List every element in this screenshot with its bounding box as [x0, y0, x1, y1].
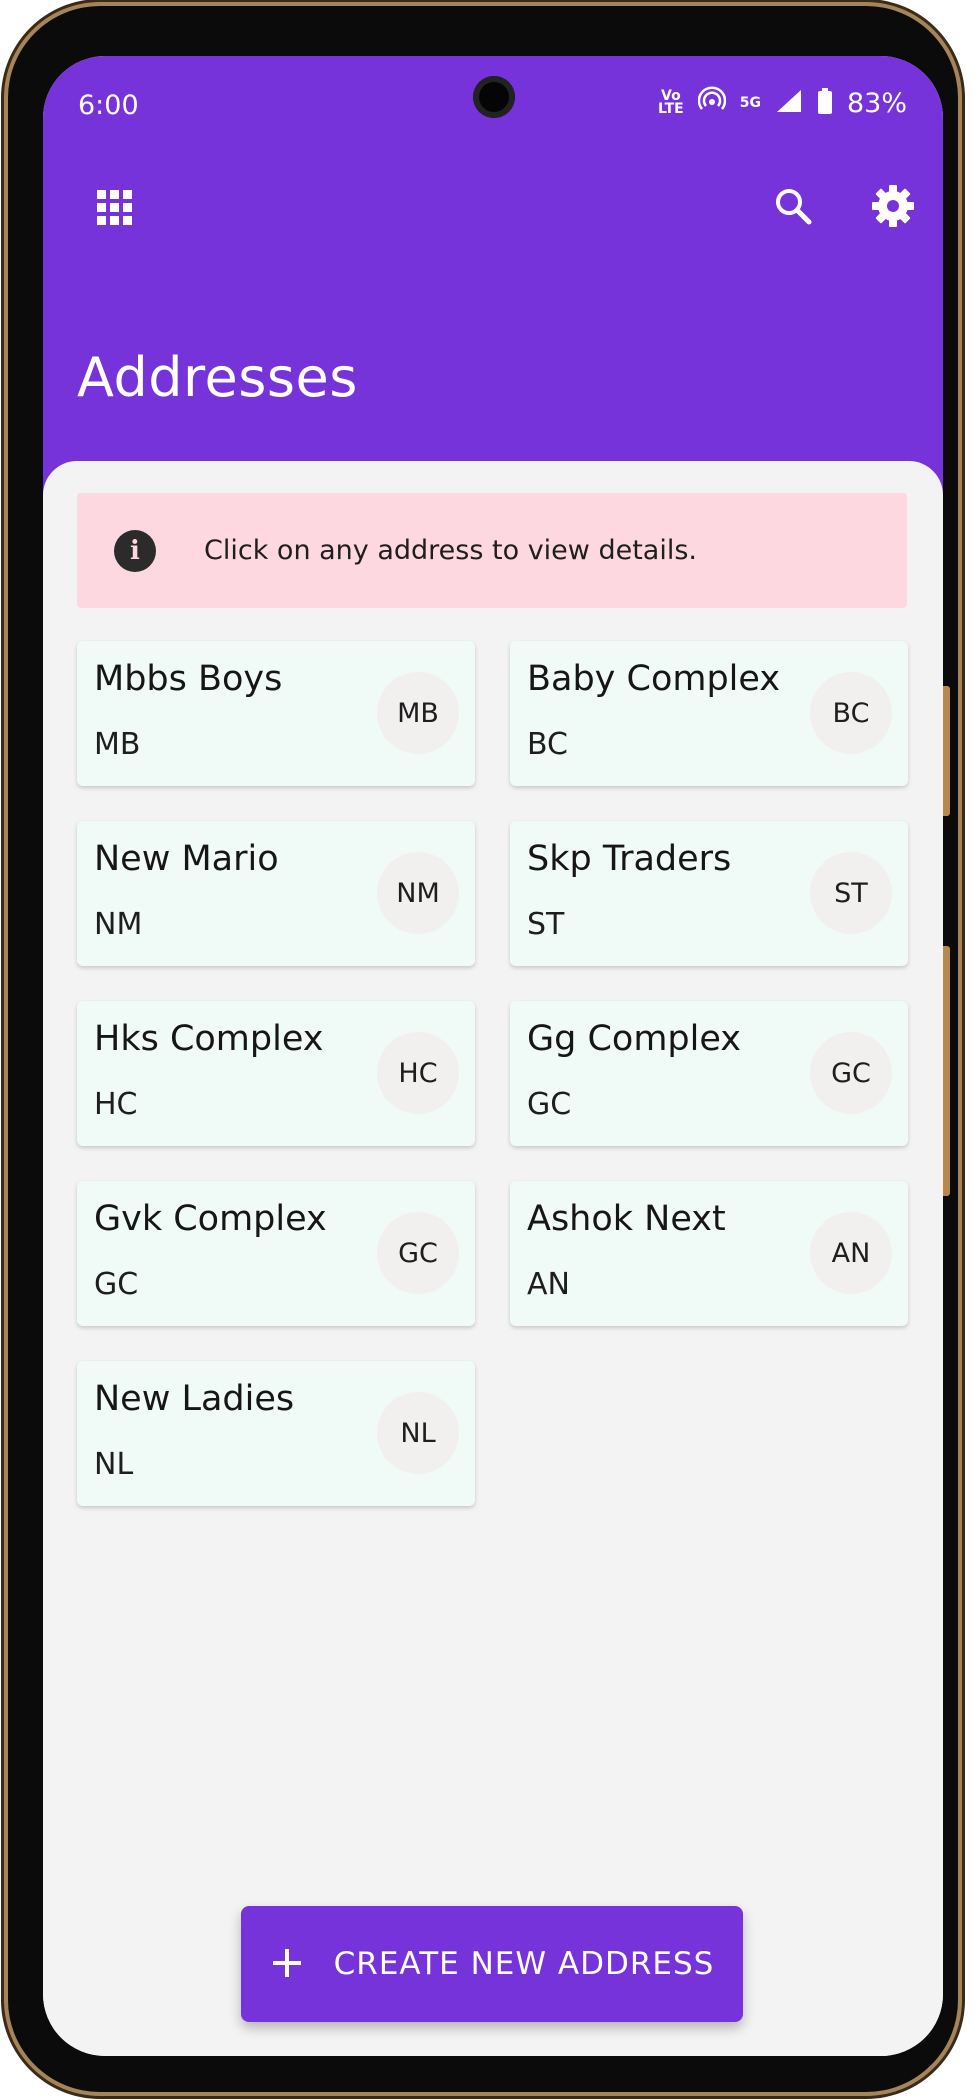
front-camera [473, 76, 515, 118]
address-code: MB [94, 727, 141, 762]
address-code: AN [527, 1267, 570, 1302]
address-card[interactable]: Skp Traders ST ST [510, 821, 908, 966]
address-avatar: AN [810, 1212, 892, 1294]
network-type: 5G [739, 94, 761, 111]
battery-icon [817, 87, 833, 119]
address-card[interactable]: Hks Complex HC HC [77, 1001, 475, 1146]
address-name: Gg Complex [527, 1019, 741, 1059]
battery-percent: 83% [846, 87, 907, 119]
address-code: BC [527, 727, 569, 762]
address-name: Skp Traders [527, 839, 732, 879]
address-code: HC [94, 1087, 138, 1122]
address-name: Ashok Next [527, 1199, 726, 1239]
address-name: Hks Complex [94, 1019, 324, 1059]
address-card[interactable]: Gvk Complex GC GC [77, 1181, 475, 1326]
address-name: New Mario [94, 839, 279, 879]
apps-grid-icon[interactable] [85, 178, 145, 238]
address-card[interactable]: Mbbs Boys MB MB [77, 641, 475, 786]
address-avatar: GC [810, 1032, 892, 1114]
content-area: i Click on any address to view details. … [43, 461, 943, 2056]
hotspot-icon [697, 86, 726, 120]
address-avatar: GC [377, 1212, 459, 1294]
address-avatar: MB [377, 672, 459, 754]
phone-frame: 6:00 Vo LTE 5G 83% Addresses i Click on … [8, 6, 958, 2092]
address-code: ST [527, 907, 565, 942]
search-icon[interactable] [763, 176, 823, 236]
address-card[interactable]: Baby Complex BC BC [510, 641, 908, 786]
info-banner: i Click on any address to view details. [77, 493, 907, 608]
app-bar: 6:00 Vo LTE 5G 83% Addresses [43, 56, 943, 526]
address-code: GC [94, 1267, 139, 1302]
address-avatar: BC [810, 672, 892, 754]
address-card[interactable]: Ashok Next AN AN [510, 1181, 908, 1326]
address-avatar: HC [377, 1032, 459, 1114]
gear-icon[interactable] [863, 176, 923, 236]
status-icons: Vo LTE 5G 83% [658, 86, 907, 120]
info-text: Click on any address to view details. [204, 535, 697, 566]
status-time: 6:00 [78, 90, 139, 121]
address-card[interactable]: New Ladies NL NL [77, 1361, 475, 1506]
address-code: GC [527, 1087, 572, 1122]
create-address-button[interactable]: CREATE NEW ADDRESS [241, 1906, 743, 2022]
address-avatar: NL [377, 1392, 459, 1474]
address-avatar: ST [810, 852, 892, 934]
plus-icon [270, 1937, 304, 1991]
address-code: NM [94, 907, 143, 942]
address-code: NL [94, 1447, 134, 1482]
address-name: Gvk Complex [94, 1199, 327, 1239]
volte-icon: Vo LTE [658, 88, 684, 117]
address-card[interactable]: New Mario NM NM [77, 821, 475, 966]
address-name: Baby Complex [527, 659, 781, 699]
page-title: Addresses [77, 346, 358, 409]
screen: 6:00 Vo LTE 5G 83% Addresses i Click on … [43, 56, 943, 2056]
info-icon: i [114, 529, 156, 572]
address-card[interactable]: Gg Complex GC GC [510, 1001, 908, 1146]
address-avatar: NM [377, 852, 459, 934]
address-name: Mbbs Boys [94, 659, 283, 699]
create-address-label: CREATE NEW ADDRESS [333, 1946, 715, 1982]
address-name: New Ladies [94, 1379, 295, 1419]
signal-icon [775, 88, 803, 118]
